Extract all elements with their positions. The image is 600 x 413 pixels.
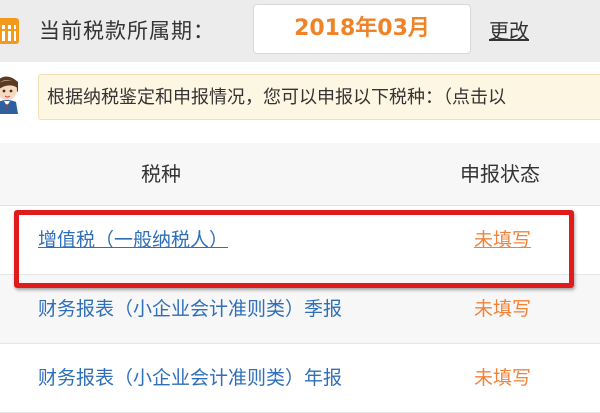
change-period-link[interactable]: 更改 bbox=[489, 14, 529, 48]
assistant-avatar-icon bbox=[0, 76, 18, 114]
filing-status-link[interactable]: 未填写 bbox=[474, 344, 531, 412]
calendar-icon bbox=[0, 18, 19, 44]
column-header-tax-type: 税种 bbox=[141, 162, 181, 186]
period-label: 当前税款所属期： bbox=[39, 19, 215, 43]
tax-item-link[interactable]: 财务报表（小企业会计准则类）年报 bbox=[38, 344, 342, 412]
notice-box: 根据纳税鉴定和申报情况，您可以申报以下税种：（点击以 bbox=[38, 74, 600, 120]
period-value-field: 2018年03月 bbox=[253, 4, 471, 54]
column-header-filing-status: 申报状态 bbox=[460, 162, 540, 186]
table-header: 税种 申报状态 bbox=[0, 143, 600, 206]
highlight-annotation-box bbox=[14, 210, 574, 288]
tax-period-bar: 当前税款所属期： 2018年03月 更改 bbox=[0, 0, 600, 62]
table-row: 财务报表（小企业会计准则类）年报 未填写 bbox=[0, 344, 600, 413]
notice-text: 根据纳税鉴定和申报情况，您可以申报以下税种：（点击以 bbox=[47, 87, 506, 108]
